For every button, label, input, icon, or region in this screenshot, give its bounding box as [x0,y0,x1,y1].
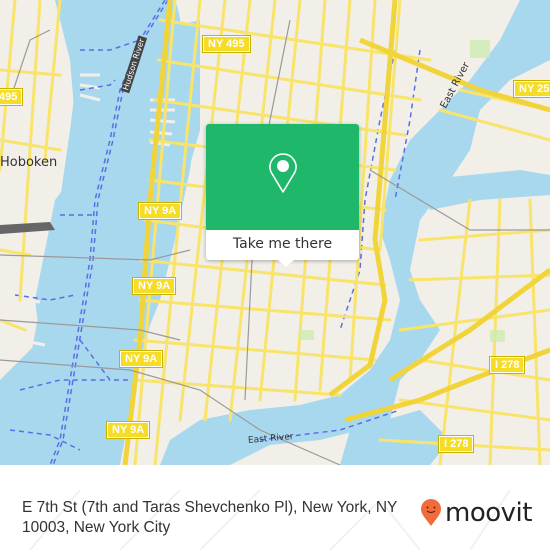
route-shield-i278: I 278 [437,435,475,453]
moovit-logo-text: moovit [445,498,532,528]
map-pin-icon [269,153,297,193]
location-popup: Take me there [206,124,359,267]
footer: E 7th St (7th and Taras Shevchenko Pl), … [0,490,550,550]
take-me-there-button[interactable]: Take me there [206,230,359,260]
address-text: E 7th St (7th and Taras Shevchenko Pl), … [22,499,398,536]
route-shield-ny9a: NY 9A [131,277,177,295]
route-shield-ny9a: NY 9A [105,421,151,439]
map-view[interactable]: Hoboken Hudson River East River East Riv… [0,0,550,465]
route-shield-i278: I 278 [488,356,526,374]
moovit-pin-icon [421,499,441,526]
place-label-hoboken: Hoboken [0,155,58,170]
route-shield-ny9a: NY 9A [118,350,164,368]
route-shield-ny495: NY 495 [202,35,251,53]
moovit-logo[interactable]: moovit [420,496,532,530]
route-shield-495-left: 495 [0,88,24,106]
popup-pointer [278,260,294,267]
route-shield-ny9a: NY 9A [137,202,183,220]
route-shield-ny25: NY 25 [512,80,550,98]
popup-header [206,124,359,230]
